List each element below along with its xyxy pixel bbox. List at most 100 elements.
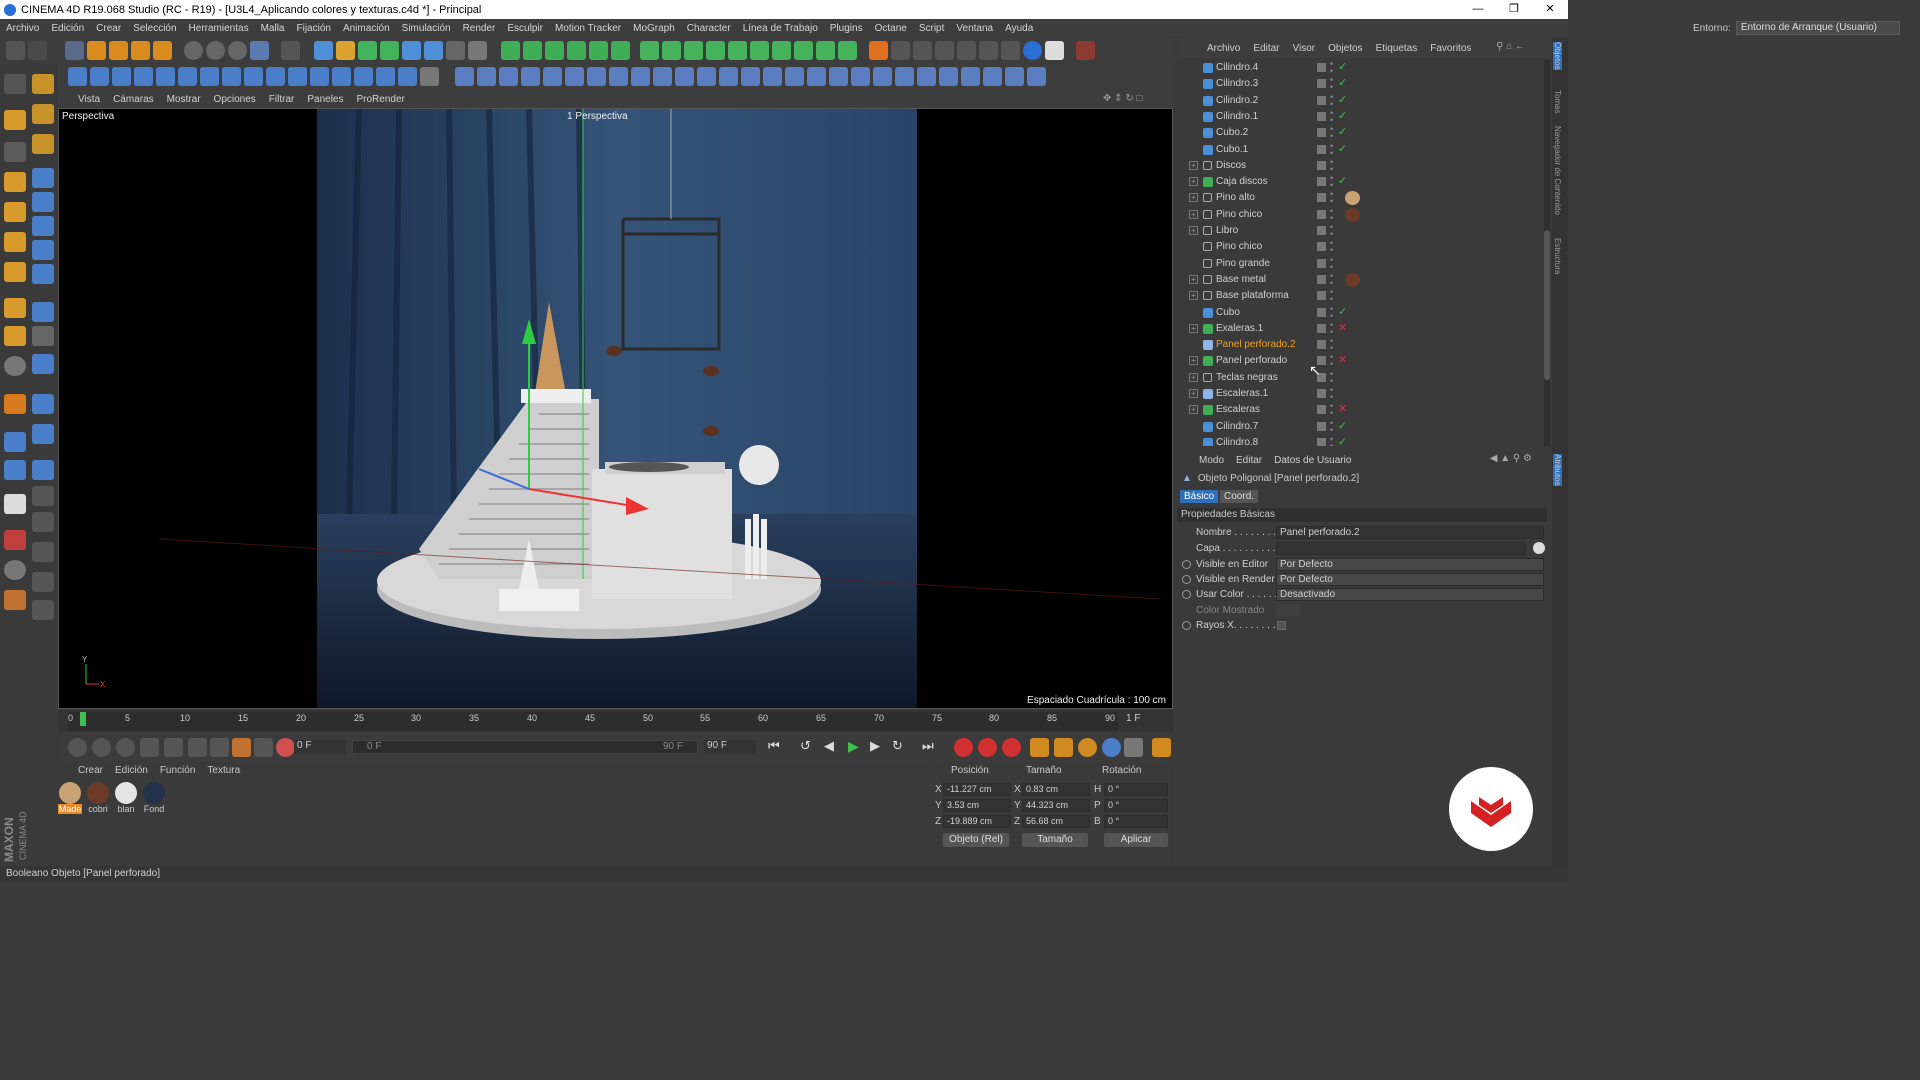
scale-tool-icon[interactable]	[109, 41, 128, 60]
spline-wrap-icon[interactable]	[1027, 67, 1046, 86]
menu-fijacion[interactable]: Fijación	[290, 23, 336, 34]
arc-spline-icon[interactable]	[32, 354, 54, 374]
enabled-check-icon[interactable]: ✓	[1338, 94, 1347, 106]
layer-visibility-icon[interactable]	[1317, 437, 1326, 446]
objects-menu-archivo[interactable]: Archivo	[1207, 43, 1240, 54]
layer-visibility-icon[interactable]	[1317, 258, 1326, 268]
polygon-reduction-icon[interactable]	[1005, 67, 1024, 86]
sphere-icon[interactable]	[222, 67, 241, 86]
search-icon[interactable]: ⚲ ⌂ ←	[1496, 41, 1525, 52]
text-spline-icon[interactable]	[32, 302, 54, 322]
tab-coord[interactable]: Coord.	[1220, 490, 1259, 503]
plane-icon[interactable]	[178, 67, 197, 86]
capsule-icon[interactable]	[266, 67, 285, 86]
object-row[interactable]: + Base metal • •	[1177, 271, 1542, 288]
object-list-scrollbar[interactable]	[1544, 60, 1550, 446]
current-frame-field[interactable]: 1 F	[1122, 713, 1170, 727]
editor-render-dots-icon[interactable]: • •	[1330, 353, 1334, 369]
helix-spline-icon[interactable]	[32, 216, 54, 236]
object-row[interactable]: + Discos • •	[1177, 157, 1542, 174]
previous-key-icon[interactable]: ↺	[800, 738, 811, 754]
object-row[interactable]: Cubo.2 • • ✓	[1177, 125, 1542, 141]
name-field[interactable]: Panel perforado.2	[1276, 526, 1544, 539]
select-tool-icon[interactable]	[65, 41, 84, 60]
menu-ayuda[interactable]: Ayuda	[999, 23, 1039, 34]
four-side-spline-icon[interactable]	[32, 542, 54, 562]
layer-visibility-icon[interactable]	[1317, 128, 1326, 138]
shatter-deformer-icon[interactable]	[675, 67, 694, 86]
z-axis-icon[interactable]	[228, 41, 247, 60]
expand-icon[interactable]: +	[1189, 209, 1198, 219]
layer-visibility-icon[interactable]	[1317, 177, 1326, 187]
minimize-icon[interactable]: —	[1460, 0, 1496, 19]
object-row[interactable]: Cubo.1 • • ✓	[1177, 141, 1542, 158]
formula-deformer-icon[interactable]	[807, 67, 826, 86]
grid-mode-icon[interactable]	[4, 432, 26, 452]
render-active-icon[interactable]	[116, 738, 135, 757]
landscape-icon[interactable]	[376, 67, 395, 86]
layer-visibility-icon[interactable]	[1317, 421, 1326, 431]
cube-icon[interactable]	[90, 67, 109, 86]
object-row[interactable]: + Libro • •	[1177, 223, 1542, 239]
material-tag-icon[interactable]	[1345, 191, 1360, 206]
enabled-check-icon[interactable]: ✓	[1338, 110, 1347, 122]
enabled-check-icon[interactable]: ✓	[1338, 436, 1347, 446]
render-picture-icon[interactable]	[140, 738, 159, 757]
objects-menu-objetos[interactable]: Objetos	[1328, 43, 1362, 54]
grid-icon[interactable]	[188, 738, 207, 757]
octane-live-viewer-icon[interactable]	[1076, 41, 1095, 60]
key-parameter-icon[interactable]	[1102, 738, 1121, 757]
coordinate-mode-dropdown[interactable]: Objeto (Rel)	[943, 833, 1009, 847]
key-position-icon[interactable]	[1030, 738, 1049, 757]
paint-icon[interactable]	[32, 104, 54, 124]
key-scale-icon[interactable]	[1054, 738, 1073, 757]
object-row[interactable]: Cilindro.8 • • ✓	[1177, 434, 1542, 446]
tab-basico[interactable]: Básico	[1180, 490, 1219, 503]
mograph-matrix-icon[interactable]	[545, 41, 564, 60]
x-axis-icon[interactable]	[184, 41, 203, 60]
menu-render[interactable]: Render	[457, 23, 502, 34]
brush-icon[interactable]	[32, 74, 54, 94]
spline-deformer-icon[interactable]	[763, 67, 782, 86]
object-row[interactable]: + Pino chico • •	[1177, 206, 1542, 223]
object-row[interactable]: Pino grande • •	[1177, 255, 1542, 272]
bevel-deformer-icon[interactable]	[895, 67, 914, 86]
apply-button[interactable]: Aplicar	[1104, 833, 1168, 847]
effector-shader-icon[interactable]	[684, 41, 703, 60]
rotation-b-field[interactable]: 0 °	[1104, 815, 1168, 828]
menu-script[interactable]: Script	[913, 23, 951, 34]
menu-herramientas[interactable]: Herramientas	[183, 23, 255, 34]
play-icon[interactable]: ▶	[848, 738, 859, 755]
snap-icon[interactable]	[32, 326, 54, 346]
knife-icon[interactable]	[420, 67, 439, 86]
layer-picker-icon[interactable]	[1533, 542, 1545, 554]
go-to-start-icon[interactable]: ⏮	[768, 738, 780, 754]
wave-deformer-icon[interactable]	[829, 67, 848, 86]
material-menu-edicion[interactable]: Edición	[115, 765, 148, 776]
object-row[interactable]: + Base plataforma • •	[1177, 288, 1542, 304]
menu-animacion[interactable]: Animación	[337, 23, 396, 34]
expand-icon[interactable]: +	[1189, 356, 1198, 366]
effector-push-icon[interactable]	[772, 41, 791, 60]
bulge-deformer-icon[interactable]	[477, 67, 496, 86]
octane-light-icon[interactable]	[979, 41, 998, 60]
mograph-voronoi-icon[interactable]	[611, 41, 630, 60]
shear-deformer-icon[interactable]	[499, 67, 518, 86]
camera-icon[interactable]	[446, 41, 465, 60]
texture-mode-icon[interactable]	[4, 142, 26, 162]
attributes-menu-editar[interactable]: Editar	[1236, 455, 1262, 466]
cube-primitive-icon[interactable]	[314, 41, 333, 60]
editor-render-dots-icon[interactable]: • •	[1330, 223, 1334, 239]
pyramid-icon[interactable]	[200, 67, 219, 86]
object-row[interactable]: Pino chico • •	[1177, 239, 1542, 255]
render-view-icon[interactable]	[281, 41, 300, 60]
enabled-check-icon[interactable]: ✓	[1338, 127, 1347, 138]
ffd-deformer-icon[interactable]	[565, 67, 584, 86]
mograph-tracer-icon[interactable]	[589, 41, 608, 60]
layer-visibility-icon[interactable]	[1317, 63, 1326, 72]
flower-spline-icon[interactable]	[32, 460, 54, 480]
timeline-window-icon[interactable]	[1152, 738, 1171, 757]
octane-object-icon[interactable]	[1045, 41, 1064, 60]
jiggle-deformer-icon[interactable]	[851, 67, 870, 86]
sphereify-deformer-icon[interactable]	[785, 67, 804, 86]
